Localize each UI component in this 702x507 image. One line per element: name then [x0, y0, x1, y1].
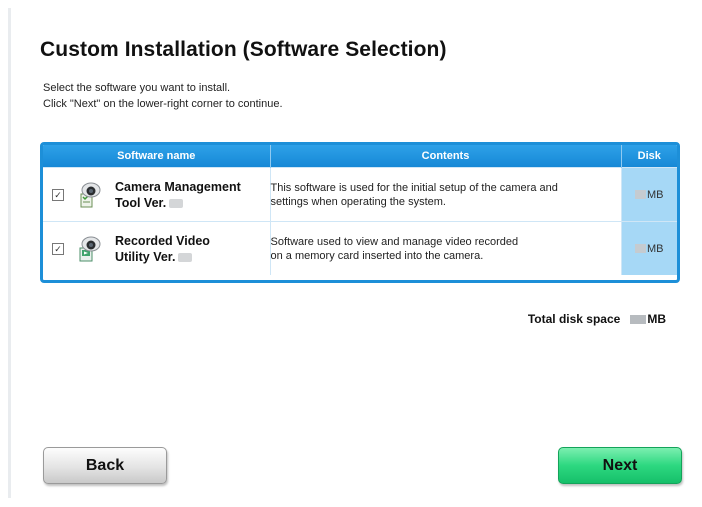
contents-cell: This software is used for the initial se… [270, 167, 622, 222]
software-name-line-1: Camera Management [115, 179, 241, 194]
next-button[interactable]: Next [558, 447, 682, 484]
software-name-camera-management: Camera Management Tool Ver. [115, 179, 241, 211]
redacted-version [178, 252, 193, 262]
software-name-recorded-video: Recorded Video Utility Ver. [115, 233, 210, 265]
redacted-total-size [630, 314, 647, 324]
total-disk-space-unit: MB [647, 312, 666, 326]
disk-cell: MB [621, 167, 677, 222]
software-name-cell: ✓ Camera Management Tool Ver. [43, 167, 271, 222]
instruction-line-2: Click "Next" on the lower-right corner t… [43, 98, 283, 110]
install-checkbox-camera-management[interactable]: ✓ [52, 188, 64, 201]
recorded-video-icon [79, 236, 101, 261]
software-name-cell: ✓ Recorded Video Utility Ver. [43, 221, 271, 275]
redacted-version [169, 198, 184, 208]
software-version-line: Tool Ver. [115, 195, 241, 211]
software-table: Software name Contents Disk ✓ Camera Man… [43, 145, 677, 275]
software-table-frame: Software name Contents Disk ✓ Camera Man… [40, 142, 680, 283]
total-disk-space-label: Total disk space [527, 312, 621, 326]
page-title: Custom Installation (Software Selection) [40, 38, 447, 61]
contents-line-2: on a memory card inserted into the camer… [270, 249, 484, 262]
column-header-disk: Disk [621, 145, 677, 168]
software-version-line: Utility Ver. [115, 249, 210, 265]
software-name-line-1: Recorded Video [115, 233, 210, 248]
camera-management-icon [80, 182, 101, 207]
instructions: Select the software you want to install.… [43, 80, 283, 112]
table-row[interactable]: ✓ Camera Management Tool Ver. This softw… [43, 167, 677, 222]
disk-unit: MB [647, 242, 664, 255]
contents-line-1: Software used to view and manage video r… [270, 235, 519, 248]
software-version-label: Tool Ver. [115, 195, 167, 210]
back-button[interactable]: Back [43, 447, 167, 484]
contents-line-2: settings when operating the system. [270, 195, 446, 208]
disk-unit: MB [647, 188, 664, 201]
left-divider [8, 8, 11, 498]
table-header-row: Software name Contents Disk [43, 145, 677, 168]
instruction-line-1: Select the software you want to install. [43, 82, 231, 94]
disk-cell: MB [621, 221, 677, 275]
column-header-software-name: Software name [43, 145, 271, 168]
table-row[interactable]: ✓ Recorded Video Utility Ver. Software u… [43, 221, 677, 275]
software-version-label: Utility Ver. [115, 249, 176, 264]
total-disk-space: Total disk space MB [528, 312, 666, 326]
contents-line-1: This software is used for the initial se… [270, 181, 558, 194]
contents-cell: Software used to view and manage video r… [270, 221, 622, 275]
redacted-disk-size [635, 244, 646, 254]
column-header-contents: Contents [270, 145, 622, 168]
install-checkbox-recorded-video[interactable]: ✓ [52, 242, 64, 255]
redacted-disk-size [635, 190, 646, 200]
